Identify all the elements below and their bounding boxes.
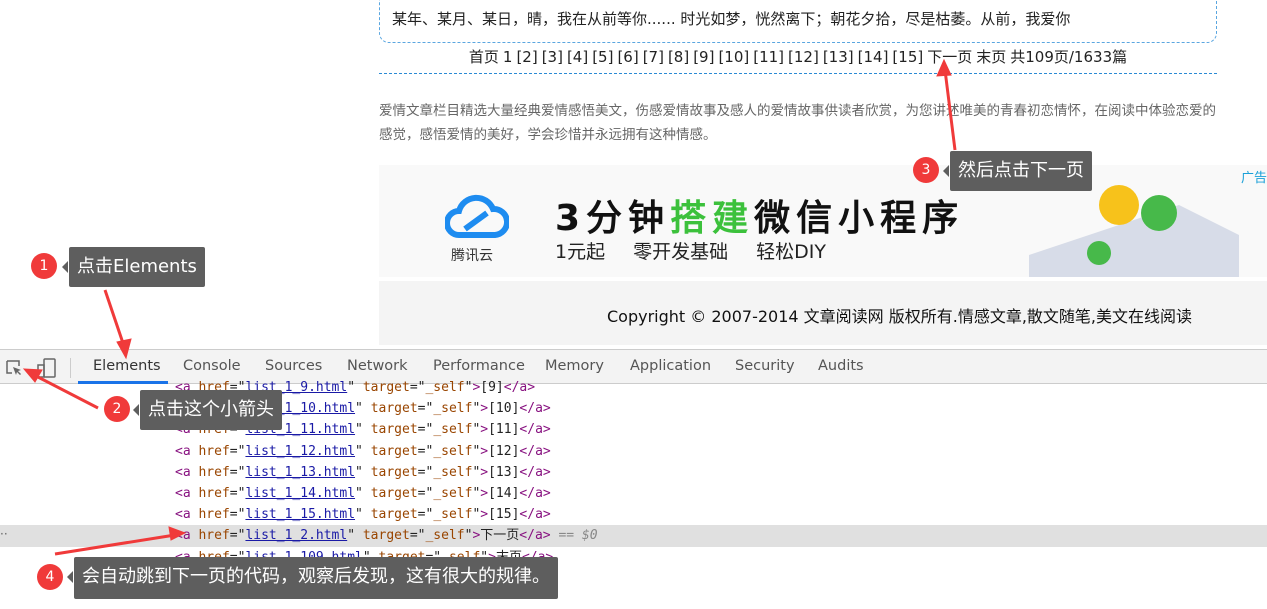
annotation-tip-4: 会自动跳到下一页的代码，观察后发现，这有很大的规律。: [67, 557, 558, 599]
arrow-3-head: [936, 58, 952, 77]
arrow-1-head: [116, 338, 132, 360]
arrow-2-head: [22, 368, 43, 383]
annotation-arrows: [22, 58, 957, 556]
annotation-tip-3: 然后点击下一页: [943, 151, 1092, 191]
annotation-tip-2: 点击这个小箭头: [133, 390, 282, 430]
annotation-badge-2: 2: [104, 396, 130, 422]
arrow-4-head: [168, 526, 187, 541]
annotation-badge-1: 1: [31, 253, 57, 279]
annotation-tip-1: 点击Elements: [62, 247, 205, 287]
annotation-badge-3: 3: [913, 157, 939, 183]
annotation-badge-4: 4: [37, 564, 63, 590]
